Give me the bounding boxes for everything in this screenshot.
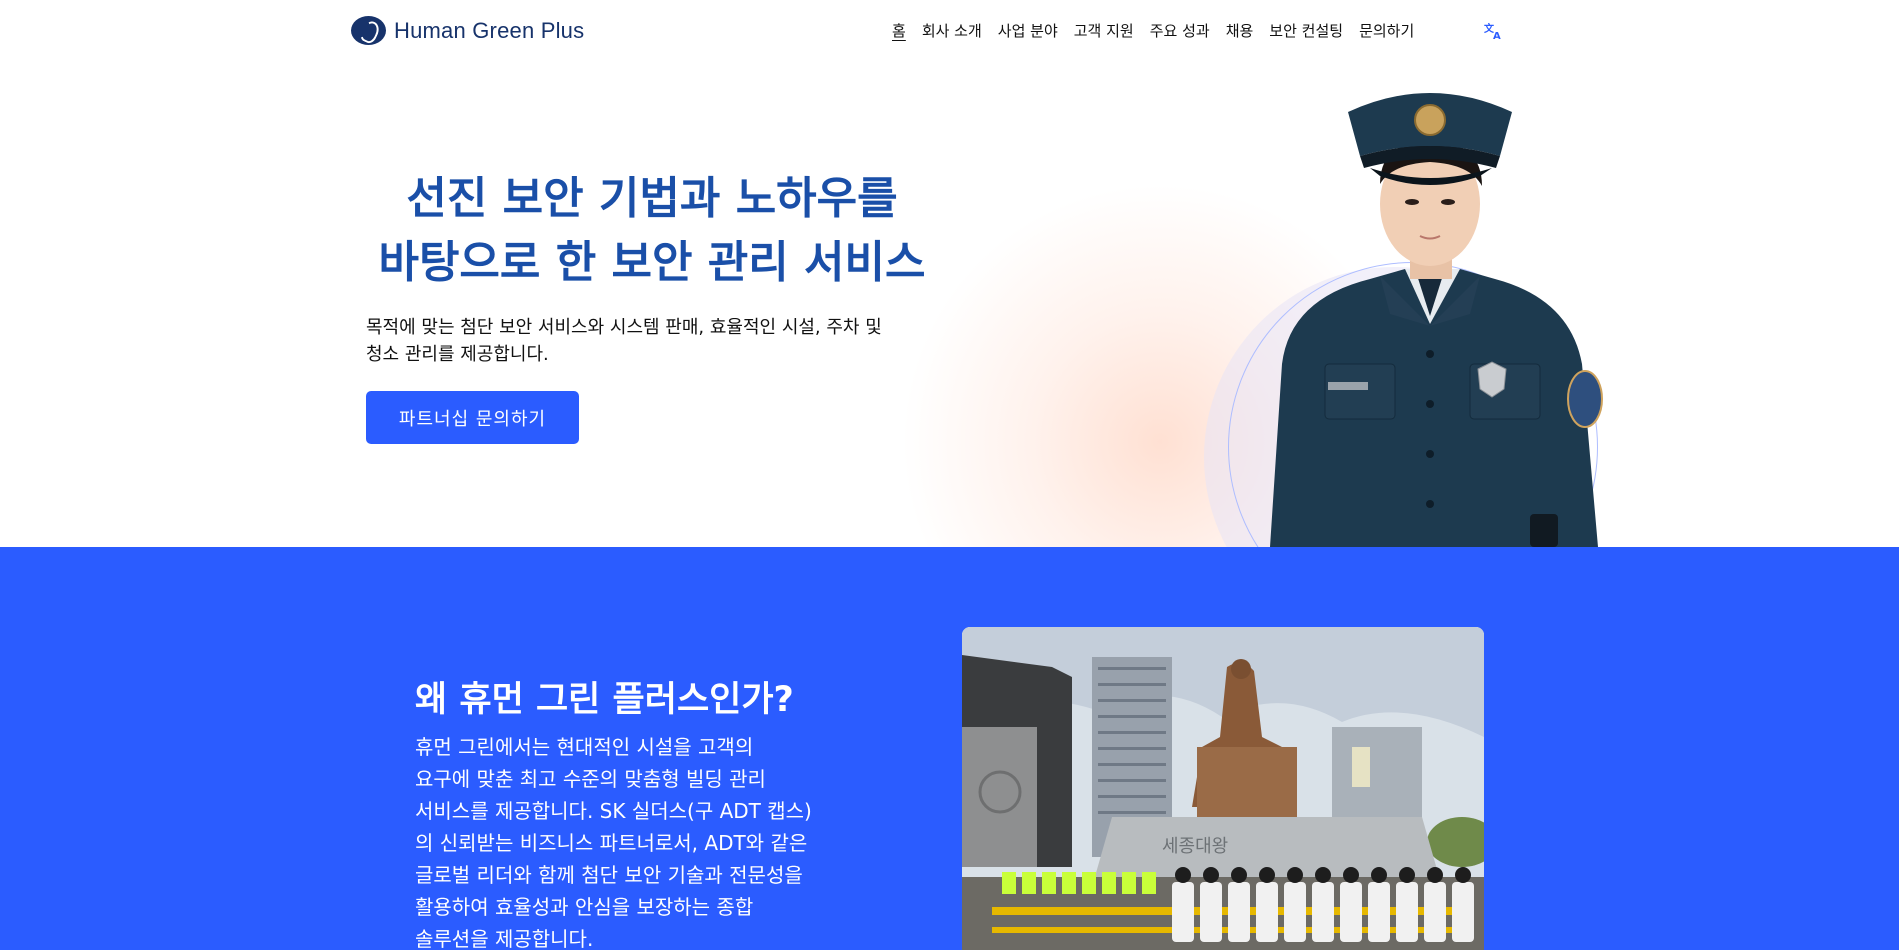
statue-inscription: 세종대왕 [1162,836,1228,857]
why-title: 왜 휴먼 그린 플러스인가? [415,680,794,720]
why-body-line: 휴먼 그린에서는 현대적인 시설을 고객의 [415,735,754,759]
main-nav: 홈 회사 소개 사업 분야 고객 지원 주요 성과 채용 보안 컨설팅 문의하기 [892,20,1430,41]
translate-icon[interactable]: 文 A [1484,22,1504,42]
nav-item-support[interactable]: 고객 지원 [1074,20,1134,41]
logo[interactable]: Human Green Plus [351,16,584,45]
why-body-line: 글로벌 리더와 함께 첨단 보안 기술과 전문성을 [415,863,803,887]
why-body-line: 서비스를 제공합니다. SK 실더스(구 ADT 캡스) [415,799,812,823]
hero-subtitle-line1: 목적에 맞는 첨단 보안 서비스와 시스템 판매, 효율적인 시설, 주차 및 [366,317,882,338]
hero-subtitle: 목적에 맞는 첨단 보안 서비스와 시스템 판매, 효율적인 시설, 주차 및 … [366,314,926,368]
why-body: 휴먼 그린에서는 현대적인 시설을 고객의 요구에 맞춘 최고 수준의 맞춤형 … [415,731,845,950]
svg-text:A: A [1493,31,1501,40]
hero-subtitle-line2: 청소 관리를 제공합니다. [366,344,549,365]
nav-item-achievements[interactable]: 주요 성과 [1150,20,1210,41]
why-body-line: 활용하여 효율성과 안심을 보장하는 종합 [415,895,754,919]
hero-title: 선진 보안 기법과 노하우를 바탕으로 한 보안 관리 서비스 [352,167,952,295]
nav-item-careers[interactable]: 채용 [1226,20,1254,41]
logo-mark-icon [351,16,386,45]
why-section: 왜 휴먼 그린 플러스인가? 휴먼 그린에서는 현대적인 시설을 고객의 요구에… [0,547,1899,950]
nav-item-about[interactable]: 회사 소개 [922,20,982,41]
hero-title-line2: 바탕으로 한 보안 관리 서비스 [378,237,926,288]
why-body-line: 요구에 맞춘 최고 수준의 맞춤형 빌딩 관리 [415,767,766,791]
security-officer-image [1270,93,1603,547]
nav-item-contact[interactable]: 문의하기 [1359,20,1414,41]
hero-title-line1: 선진 보안 기법과 노하우를 [406,173,898,224]
nav-item-business[interactable]: 사업 분야 [998,20,1058,41]
why-body-line: 솔루션을 제공합니다. [415,927,594,950]
logo-text: Human Green Plus [394,17,585,43]
gwanghwamun-security-photo: 세종대왕 [962,627,1484,950]
nav-item-home[interactable]: 홈 [892,20,906,41]
site-header: Human Green Plus 홈 회사 소개 사업 분야 고객 지원 주요 … [0,0,1899,62]
why-body-line: 의 신뢰받는 비즈니스 파트너로서, ADT와 같은 [415,831,808,855]
partnership-inquiry-button[interactable]: 파트너십 문의하기 [366,391,579,444]
nav-item-security-consulting[interactable]: 보안 컨설팅 [1269,20,1343,41]
